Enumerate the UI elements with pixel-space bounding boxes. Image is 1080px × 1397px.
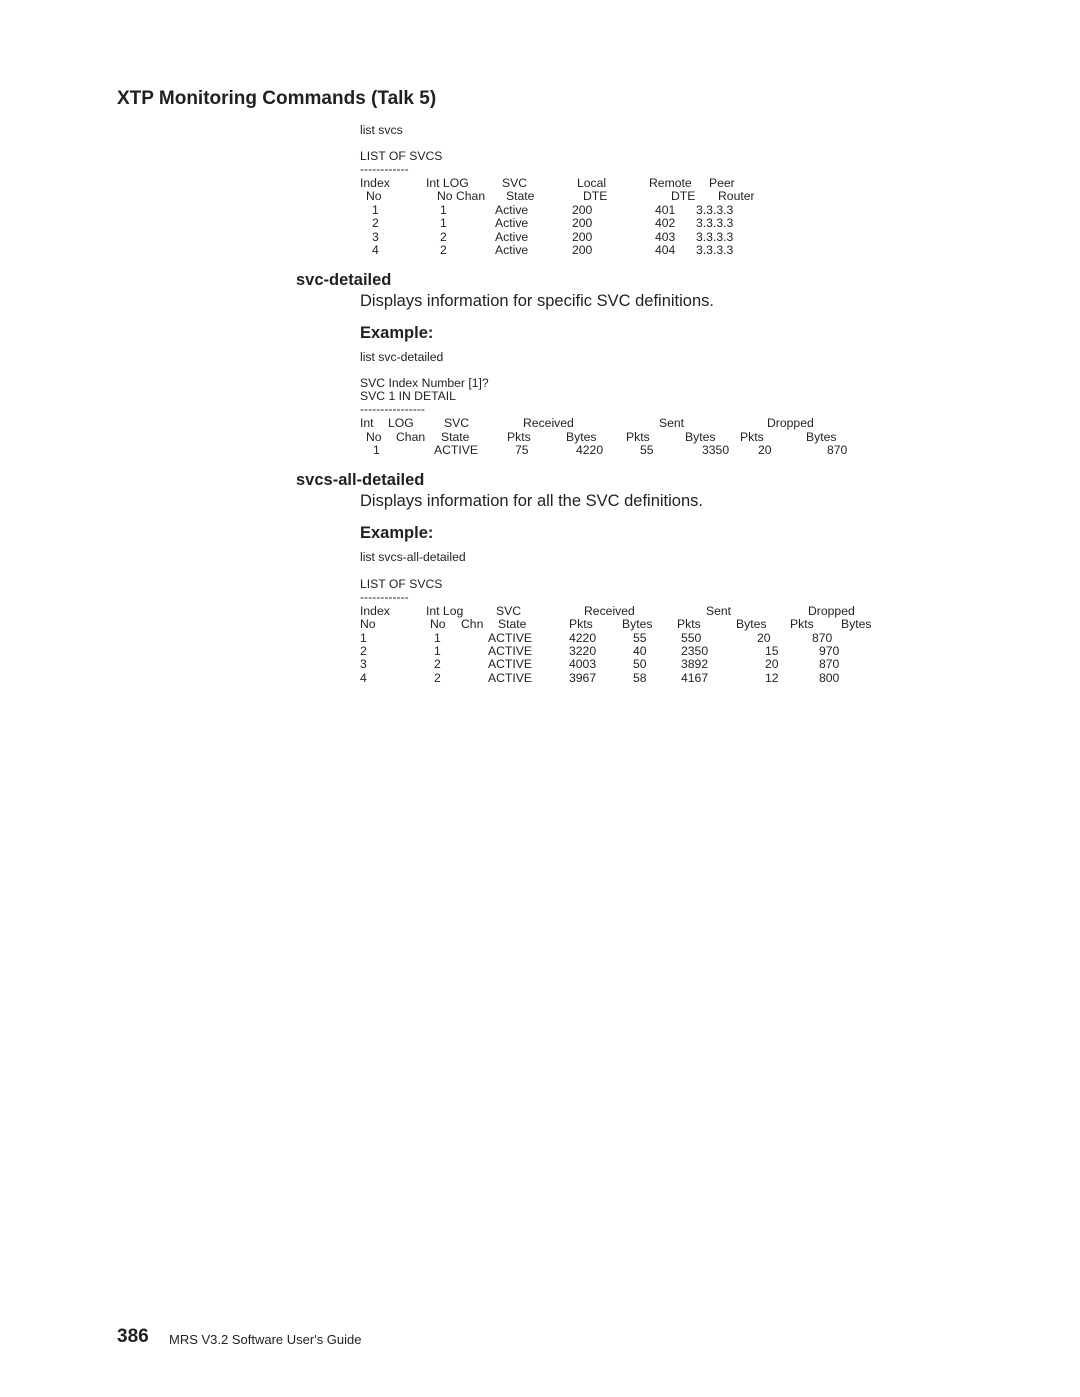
cell-tx-bytes: 3350 xyxy=(702,443,730,457)
header-rx-pkts: Pkts xyxy=(569,617,593,631)
command-text: list svcs-all-detailed xyxy=(360,550,466,564)
header-drop-pkts: Pkts xyxy=(790,617,814,631)
header-remote-dte: DTE xyxy=(671,189,696,203)
page-number: 386 xyxy=(117,1326,149,1347)
cell-value: 4003 xyxy=(569,657,597,671)
cell-drop-bytes: 870 xyxy=(827,443,848,457)
cell-state: ACTIVE xyxy=(488,657,533,671)
cell-int-no: 2 xyxy=(434,657,441,671)
cell-tx-pkts: 55 xyxy=(640,443,654,457)
header-chan: Chan xyxy=(396,430,426,444)
cell-remote-dte: 402 xyxy=(655,216,676,230)
header-no-chan: No Chan xyxy=(437,189,486,203)
header-state: State xyxy=(506,189,535,203)
header-no: No xyxy=(360,617,376,631)
cell-peer: 3.3.3.3 xyxy=(696,216,734,230)
cell-value: 3967 xyxy=(569,671,597,685)
header-dropped: Dropped xyxy=(767,416,814,430)
section-heading: svc-detailed xyxy=(296,271,392,289)
separator: ------------ xyxy=(360,590,409,604)
cell-value: 3892 xyxy=(681,657,709,671)
command-text: list svc-detailed xyxy=(360,350,444,364)
cell-log-chan: 1 xyxy=(440,216,447,230)
section-description: Displays information for all the SVC def… xyxy=(360,492,703,510)
header-local-dte: DTE xyxy=(583,189,608,203)
cell-int-no: 2 xyxy=(434,671,441,685)
cell-index: 4 xyxy=(360,671,367,685)
cell-state: ACTIVE xyxy=(488,671,533,685)
separator: ------------ xyxy=(360,162,409,176)
header-received: Received xyxy=(523,416,574,430)
cell-index: 3 xyxy=(360,657,367,671)
header-drop-bytes: Bytes xyxy=(841,617,872,631)
cell-remote-dte: 404 xyxy=(655,243,676,257)
cell-value: 20 xyxy=(765,657,779,671)
cell-value: 870 xyxy=(819,657,840,671)
cell-value: 12 xyxy=(765,671,779,685)
cell-index: 4 xyxy=(372,243,379,257)
command-text: list svcs xyxy=(360,123,403,137)
cell-value: 800 xyxy=(819,671,840,685)
cell-log-chan: 2 xyxy=(440,243,447,257)
cell-peer: 3.3.3.3 xyxy=(696,243,734,257)
cell-state: ACTIVE xyxy=(434,443,479,457)
header-svc: SVC xyxy=(444,416,470,430)
cell-state: Active xyxy=(495,216,529,230)
header-log: LOG xyxy=(388,416,414,430)
cell-value: 4167 xyxy=(681,671,709,685)
cell-rx-bytes: 4220 xyxy=(576,443,604,457)
header-sent: Sent xyxy=(706,604,732,618)
header-int: Int xyxy=(360,416,374,430)
header-no: No xyxy=(366,189,382,203)
book-title: MRS V3.2 Software User's Guide xyxy=(169,1332,362,1347)
cell-local-dte: 200 xyxy=(572,243,593,257)
header-rx-bytes: Bytes xyxy=(622,617,653,631)
cell-index: 2 xyxy=(372,216,379,230)
header-tx-bytes: Bytes xyxy=(736,617,767,631)
cell-int-no: 1 xyxy=(373,443,380,457)
cell-drop-pkts: 20 xyxy=(758,443,772,457)
section-description: Displays information for specific SVC de… xyxy=(360,292,714,310)
header-state: State xyxy=(498,617,527,631)
cell-state: Active xyxy=(495,243,529,257)
header-tx-pkts: Pkts xyxy=(677,617,701,631)
section-title: XTP Monitoring Commands (Talk 5) xyxy=(117,88,437,109)
header-peer-router: Router xyxy=(718,189,755,203)
cell-value: 58 xyxy=(633,671,647,685)
cell-local-dte: 200 xyxy=(572,216,593,230)
example-label: Example: xyxy=(360,524,434,542)
header-int-no: No xyxy=(430,617,446,631)
section-heading: svcs-all-detailed xyxy=(296,471,425,489)
cell-value: 50 xyxy=(633,657,647,671)
separator: ---------------- xyxy=(360,402,425,416)
example-label: Example: xyxy=(360,324,434,342)
header-sent: Sent xyxy=(659,416,685,430)
cell-rx-pkts: 75 xyxy=(515,443,529,457)
header-chn: Chn xyxy=(461,617,484,631)
